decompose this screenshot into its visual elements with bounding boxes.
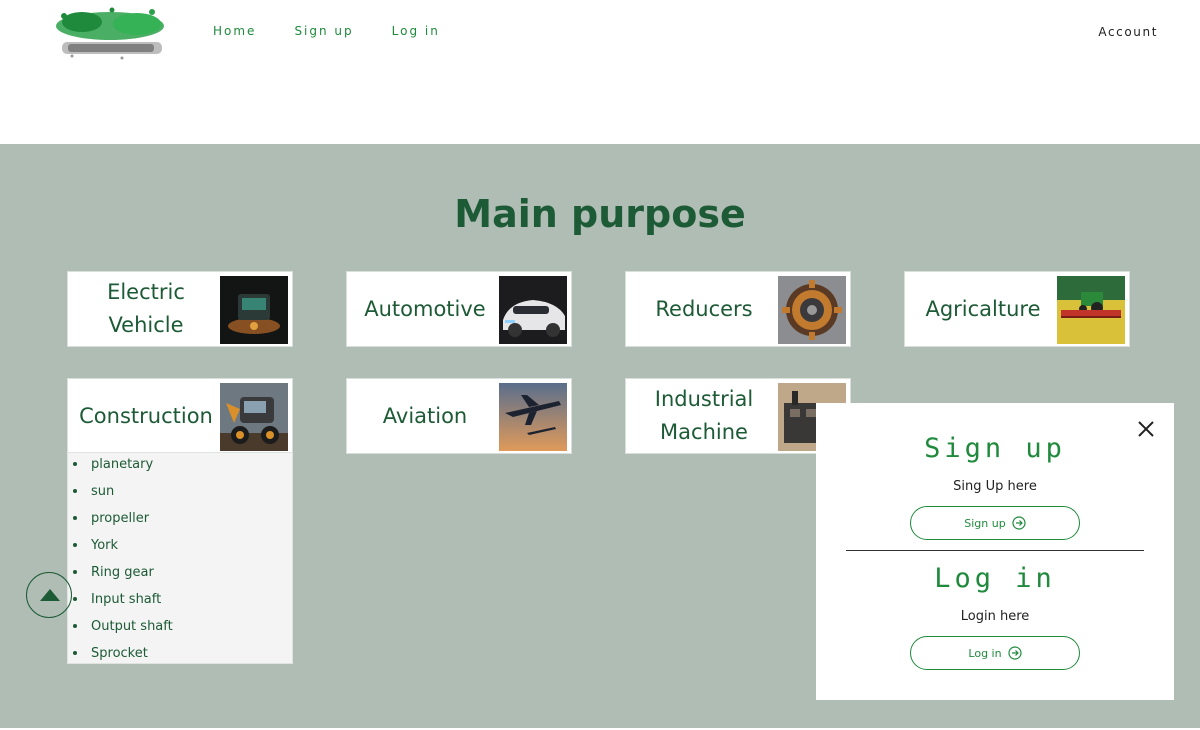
car-image — [499, 276, 567, 344]
nav-home-link[interactable]: Home — [213, 24, 256, 38]
card-aviation[interactable]: Aviation — [346, 378, 572, 454]
site-header: Home Sign up Log in Account — [0, 0, 1200, 144]
login-heading: Log in — [934, 563, 1056, 594]
list-item[interactable]: Input shaft — [68, 588, 292, 615]
card-label: Industrial Machine — [654, 387, 754, 444]
list-item[interactable]: Output shaft — [68, 615, 292, 642]
arrow-right-circle-icon — [1012, 516, 1026, 530]
login-button[interactable]: Log in — [910, 636, 1080, 670]
card-label: Agricalture — [925, 296, 1041, 321]
list-item[interactable]: York — [68, 534, 292, 561]
list-item[interactable]: planetary — [68, 453, 292, 480]
list-item[interactable]: propeller — [68, 507, 292, 534]
list-item[interactable]: sun — [68, 480, 292, 507]
login-text: Login here — [960, 609, 1030, 624]
signup-button-label: Sign up — [964, 516, 1006, 530]
signup-heading: Sign up — [924, 433, 1066, 464]
excavator-image — [220, 383, 288, 451]
parts-list: planetary sun propeller York Ring gear I… — [68, 453, 292, 669]
card-label: Electric Vehicle — [107, 280, 185, 337]
airplane-image — [499, 383, 567, 451]
arrow-right-circle-icon — [1007, 646, 1022, 660]
card-label: Reducers — [655, 296, 753, 321]
card-electric-vehicle[interactable]: Electric Vehicle — [67, 271, 293, 347]
card-automotive[interactable]: Automotive — [346, 271, 572, 347]
ev-charger-image — [220, 276, 288, 344]
card-label: Aviation — [382, 403, 468, 428]
signup-text: Sing Up here — [953, 479, 1037, 494]
list-item[interactable]: Sprocket — [68, 642, 292, 669]
main-nav: Home Sign up Log in — [213, 24, 440, 38]
arrow-up-icon — [40, 589, 60, 601]
scroll-to-top-button[interactable] — [26, 572, 72, 618]
card-agricalture[interactable]: Agricalture — [904, 271, 1130, 347]
gear-reducer-image — [778, 276, 846, 344]
construction-parts-dropdown: planetary sun propeller York Ring gear I… — [67, 452, 293, 664]
nav-login-link[interactable]: Log in — [392, 24, 440, 38]
site-logo[interactable] — [52, 6, 170, 62]
login-button-label: Log in — [968, 646, 1002, 660]
auth-modal: Sign up Sing Up here Sign up Log in Logi… — [816, 403, 1174, 700]
list-item[interactable]: Ring gear — [68, 561, 292, 588]
account-link[interactable]: Account — [1098, 25, 1158, 39]
signup-button[interactable]: Sign up — [910, 506, 1080, 540]
modal-divider — [846, 550, 1144, 551]
card-construction[interactable]: Construction — [67, 378, 293, 454]
section-title: Main purpose — [454, 192, 746, 236]
card-reducers[interactable]: Reducers — [625, 271, 851, 347]
card-label: Automotive — [364, 296, 486, 321]
tractor-image — [1057, 276, 1125, 344]
nav-signup-link[interactable]: Sign up — [294, 24, 353, 38]
card-label: Construction — [79, 403, 213, 428]
